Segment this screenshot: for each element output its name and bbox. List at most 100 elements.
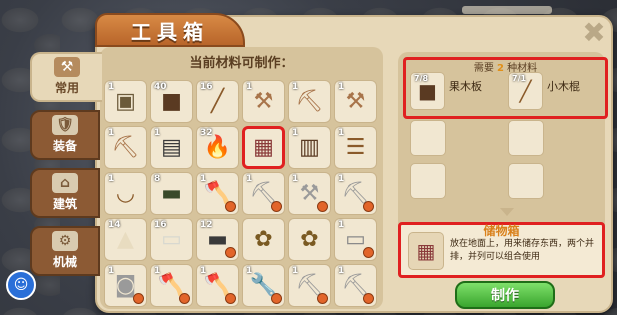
- tab-2[interactable]: ⌂ 建筑: [30, 168, 100, 218]
- shovel-icon: ⚒: [253, 88, 274, 114]
- shovel-icon: ⚒: [299, 180, 320, 206]
- craft-item-slot[interactable]: 1 ⚒: [288, 172, 331, 215]
- craft-item-slot[interactable]: 1 ⛏: [334, 172, 377, 215]
- item-count: 1: [338, 266, 345, 276]
- item-count: 16: [200, 82, 213, 92]
- craft-item-slot[interactable]: 14 ▲: [104, 218, 147, 261]
- craft-item-slot[interactable]: 1 🪓: [196, 264, 239, 307]
- sand-pile-icon: ▲: [117, 226, 134, 252]
- craft-item-slot[interactable]: 1 ◙: [104, 264, 147, 307]
- tab-label: 机械: [52, 255, 77, 269]
- window-title: 工具箱: [95, 13, 245, 47]
- craft-item-slot[interactable]: 1 ⚒: [242, 80, 285, 123]
- material-count: 7/8: [414, 74, 429, 83]
- craft-item-slot[interactable]: 1 ⛏: [242, 172, 285, 215]
- paper-icon: ▭: [161, 226, 182, 252]
- craft-item-slot[interactable]: 1 🔧: [242, 264, 285, 307]
- item-count: 1: [154, 266, 161, 276]
- seed-bag-icon: ✿: [300, 226, 319, 252]
- ladder-icon: ☰: [345, 134, 366, 160]
- furnace-icon: ▤: [161, 134, 182, 160]
- item-count: 12: [200, 220, 213, 230]
- craft-item-slot[interactable]: ▦: [242, 126, 285, 169]
- craft-item-slot[interactable]: 1 ▥: [288, 126, 331, 169]
- item-count: 16: [154, 220, 167, 230]
- wood-block-icon: ■: [161, 88, 182, 114]
- result-description: 放在地面上，用来储存东西，两个并排，并列可以组合使用: [450, 239, 595, 262]
- pickaxe-icon: ⛏: [295, 88, 324, 114]
- lock-badge-icon: [225, 201, 236, 212]
- item-count: 1: [246, 82, 253, 92]
- craft-item-slot[interactable]: 1 ◡: [104, 172, 147, 215]
- lock-badge-icon: [133, 293, 144, 304]
- craft-item-slot[interactable]: 1 ⚒: [334, 80, 377, 123]
- bed-icon: ▭: [345, 226, 366, 252]
- craft-item-slot[interactable]: 1 🪓: [150, 264, 193, 307]
- arrow-down-icon: [500, 208, 514, 216]
- lock-badge-icon: [363, 201, 374, 212]
- tab-0[interactable]: ⚒ 常用: [30, 52, 102, 102]
- item-count: 1: [338, 128, 345, 138]
- door-icon: ▥: [299, 134, 320, 160]
- tab-label: 建筑: [52, 197, 77, 211]
- sign-icon: ▬: [161, 180, 182, 206]
- craft-item-slot[interactable]: 1 ⛏: [334, 264, 377, 307]
- category-sidebar: ⚒ 常用 🛡 装备 ⌂ 建筑 ⚙ 机械: [30, 52, 102, 282]
- tab-label: 常用: [54, 81, 79, 95]
- item-count: 1: [108, 266, 115, 276]
- item-count: 1: [338, 220, 345, 230]
- close-button[interactable]: ✖: [580, 16, 608, 49]
- craft-item-slot[interactable]: 1 ▭: [334, 218, 377, 261]
- armor-icon: 🛡: [52, 115, 78, 135]
- bowl-icon: ◡: [115, 180, 136, 206]
- craft-item-slot[interactable]: 8 ▬: [150, 172, 193, 215]
- shovel-icon: ⚒: [345, 88, 366, 114]
- result-item-slot: ▦: [408, 232, 444, 270]
- item-count: 40: [154, 82, 167, 92]
- seed-bag-icon: ✿: [254, 226, 273, 252]
- craftable-grid: 1 ▣ 40 ■ 16 ╱ 1 ⚒ 1 ⛏ 1 ⚒ 1 ⛏ 1 ▤ 32 🔥 ▦ 1 ▥ 1 ☰ 1 ◡ 8 ▬ 1 🪓 1 ⛏ 1 ⚒ 1 ⛏ 14…: [104, 80, 377, 307]
- craft-item-slot[interactable]: 1 ⛏: [288, 80, 331, 123]
- material-slot[interactable]: 7/1 ╱: [508, 72, 543, 110]
- item-count: 1: [108, 174, 115, 184]
- empty-material-slot: [410, 163, 446, 199]
- craft-item-slot[interactable]: ✿: [242, 218, 285, 261]
- craft-item-slot[interactable]: 1 ▤: [150, 126, 193, 169]
- torch-icon: 🔥: [203, 134, 232, 160]
- craft-item-slot[interactable]: ✿: [288, 218, 331, 261]
- hammer-icon: ⚒: [54, 57, 80, 77]
- craft-item-slot[interactable]: 1 ⛏: [104, 126, 147, 169]
- empty-material-slot: [508, 163, 544, 199]
- material-slot[interactable]: 7/8 ■: [410, 72, 445, 110]
- craft-item-slot[interactable]: 1 ▣: [104, 80, 147, 123]
- bucket-icon: ◙: [114, 272, 137, 298]
- lock-badge-icon: [271, 201, 282, 212]
- hoe-icon: ⛏: [111, 134, 140, 160]
- storage-box-icon: ▦: [253, 134, 274, 160]
- need-count: 2: [497, 63, 504, 74]
- item-count: 1: [292, 174, 299, 184]
- lock-badge-icon: [271, 293, 282, 304]
- craft-item-slot[interactable]: 1 ☰: [334, 126, 377, 169]
- item-count: 1: [200, 266, 207, 276]
- craft-item-slot[interactable]: 1 🪓: [196, 172, 239, 215]
- stick-icon: ╱: [210, 88, 225, 114]
- top-hint-bar: [462, 6, 552, 14]
- craft-item-slot[interactable]: 12 ▬: [196, 218, 239, 261]
- tablet-icon: ▬: [207, 226, 228, 252]
- tab-1[interactable]: 🛡 装备: [30, 110, 100, 160]
- lock-badge-icon: [225, 247, 236, 258]
- item-count: 1: [246, 266, 253, 276]
- craft-item-slot[interactable]: 16 ╱: [196, 80, 239, 123]
- item-count: 14: [108, 220, 121, 230]
- craft-item-slot[interactable]: 40 ■: [150, 80, 193, 123]
- craft-item-slot[interactable]: 32 🔥: [196, 126, 239, 169]
- tab-label: 装备: [52, 139, 77, 153]
- material-name: 果木板: [449, 80, 482, 93]
- craft-item-slot[interactable]: 16 ▭: [150, 218, 193, 261]
- lock-badge-icon: [179, 293, 190, 304]
- craft-item-slot[interactable]: 1 ⛏: [288, 264, 331, 307]
- item-count: 1: [292, 82, 299, 92]
- tab-3[interactable]: ⚙ 机械: [30, 226, 100, 276]
- craft-button[interactable]: 制作: [455, 281, 555, 309]
